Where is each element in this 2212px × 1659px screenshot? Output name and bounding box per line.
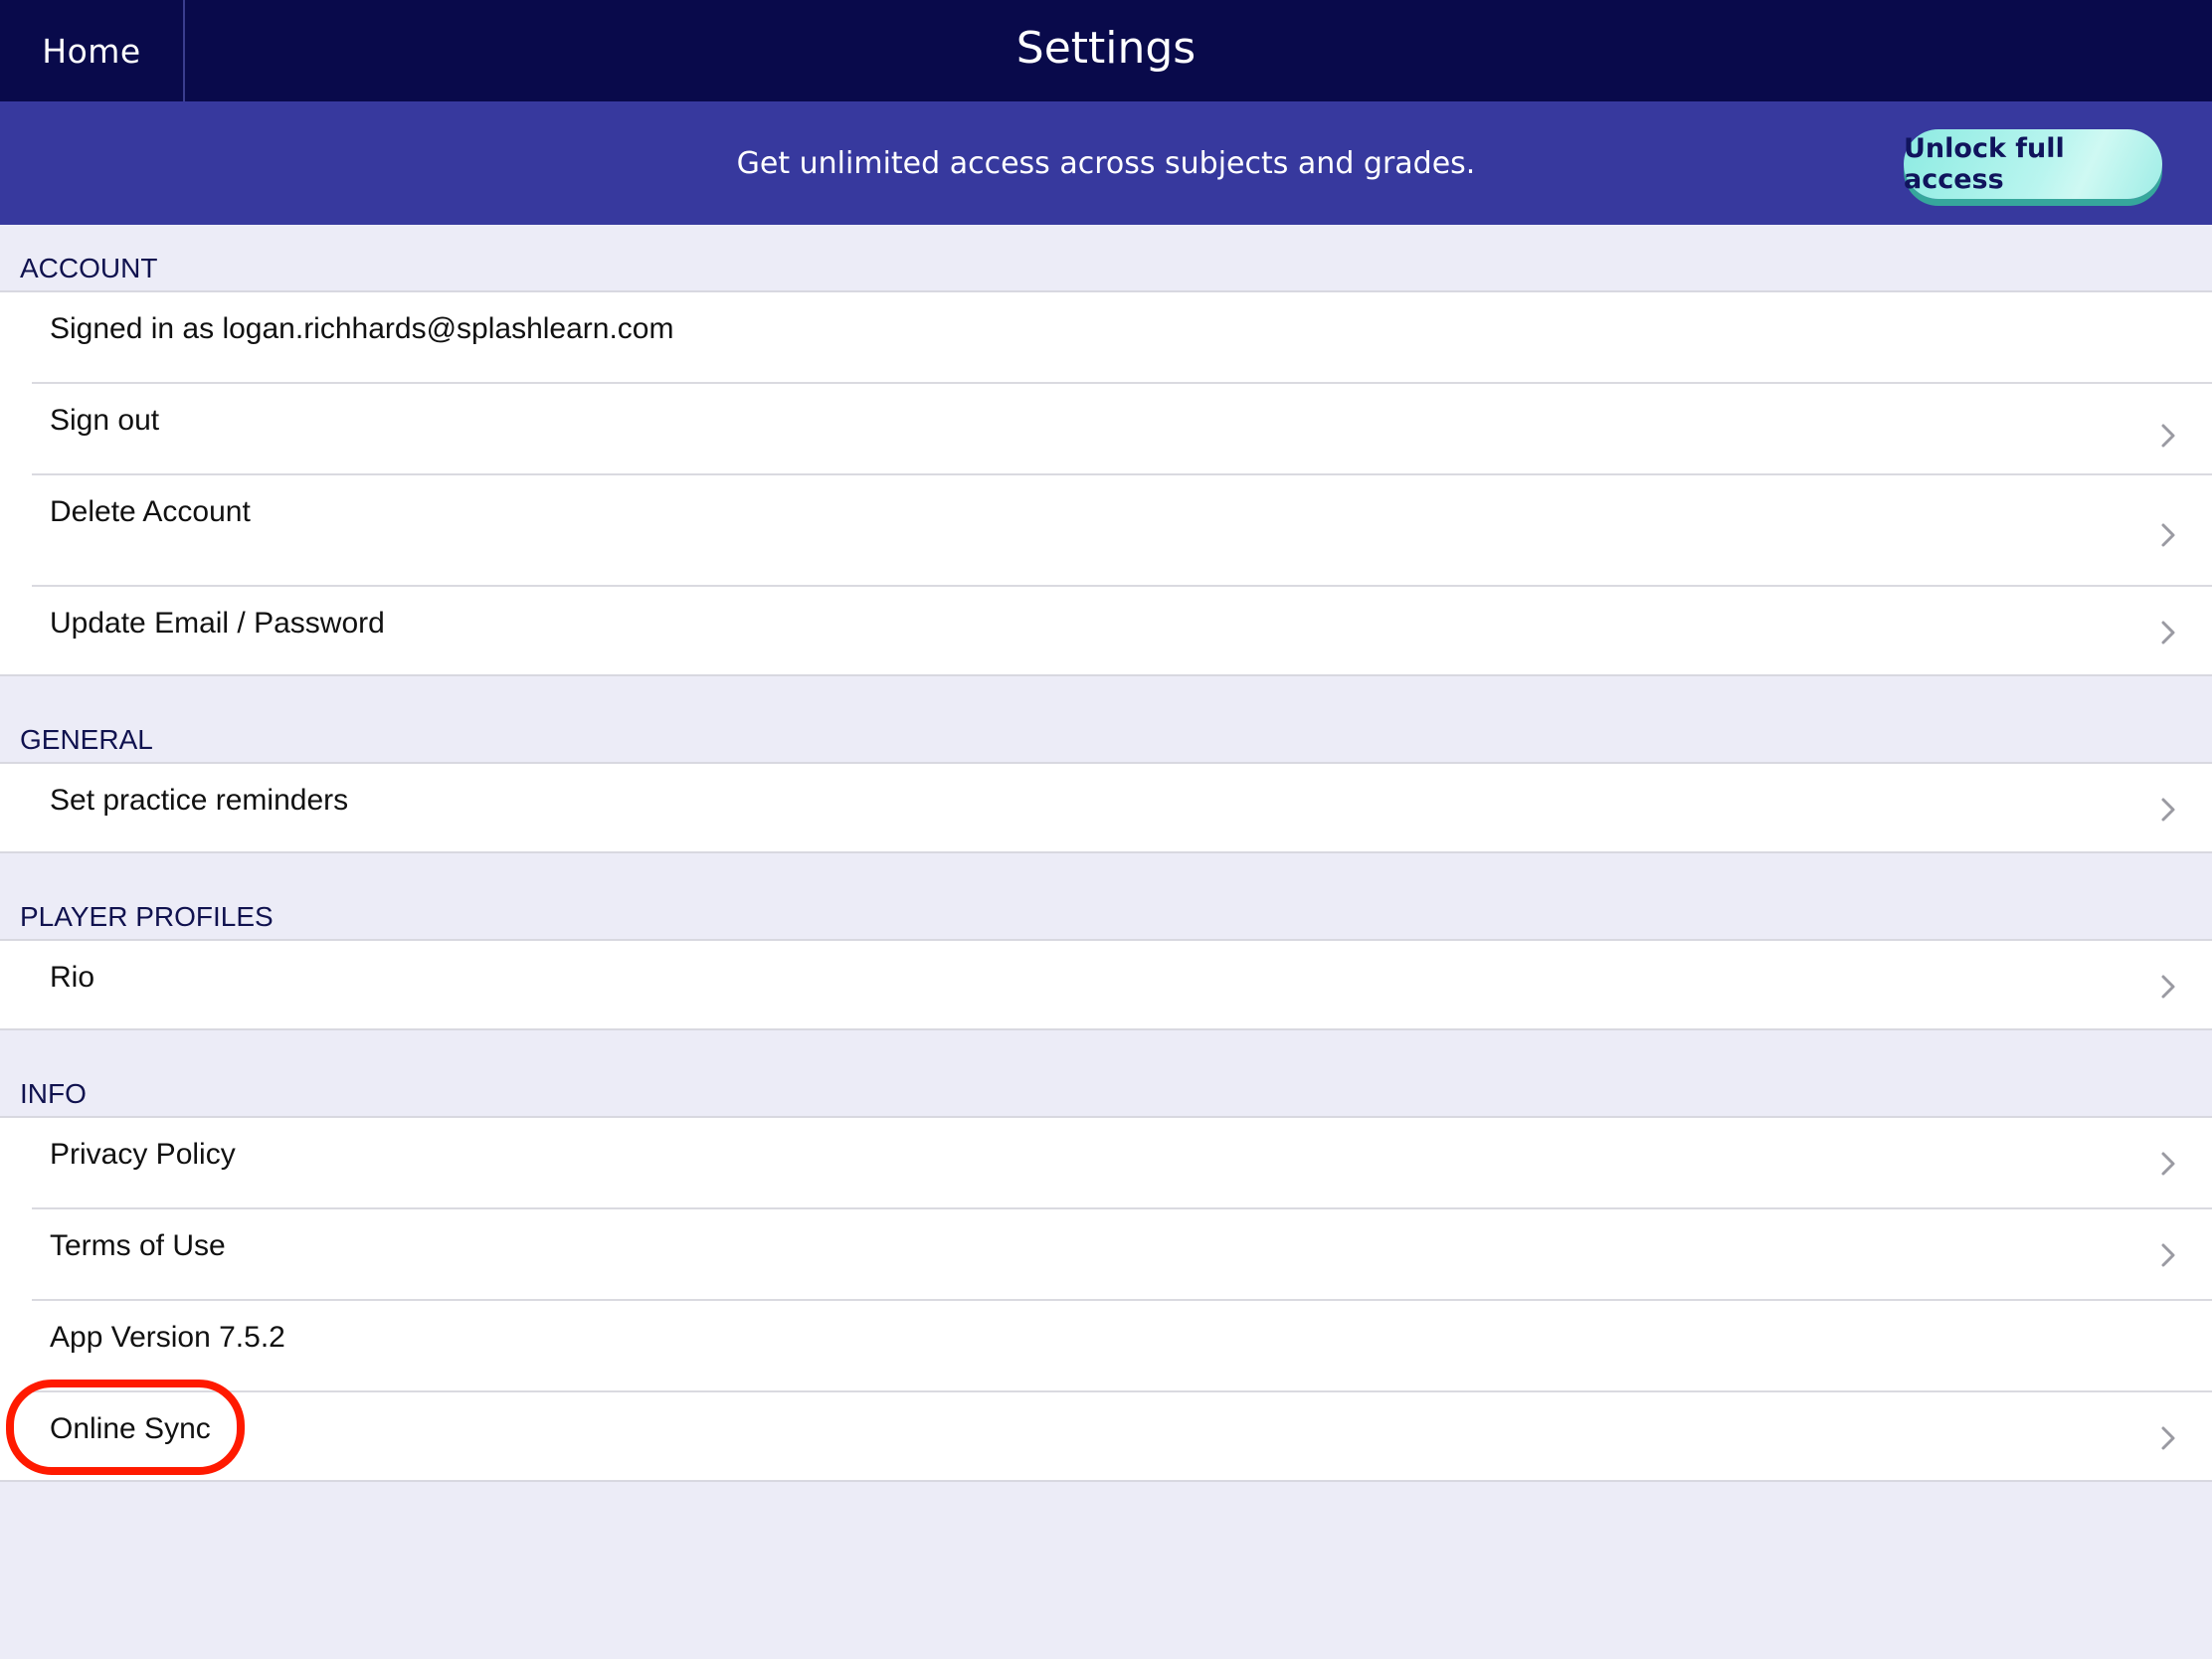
set-practice-reminders-row[interactable]: Set practice reminders: [0, 764, 2212, 851]
privacy-policy-row[interactable]: Privacy Policy: [0, 1118, 2212, 1209]
home-button[interactable]: Home: [0, 0, 185, 101]
player-profiles-group: Rio: [0, 939, 2212, 1030]
online-sync-row[interactable]: Online Sync: [0, 1392, 2212, 1482]
online-sync-label: Online Sync: [50, 1412, 211, 1445]
set-practice-reminders-label: Set practice reminders: [50, 784, 349, 817]
app-version-row: App Version 7.5.2: [0, 1301, 2212, 1392]
chevron-right-icon: [2154, 1150, 2182, 1178]
chevron-right-icon: [2154, 619, 2182, 646]
app-version-label: App Version 7.5.2: [50, 1321, 285, 1354]
chevron-right-icon: [2154, 422, 2182, 450]
section-header-general: GENERAL: [20, 724, 153, 755]
chevron-right-icon: [2154, 1424, 2182, 1452]
chevron-right-icon: [2154, 796, 2182, 824]
chevron-right-icon: [2154, 521, 2182, 549]
sign-out-row[interactable]: Sign out: [0, 384, 2212, 475]
account-group: Signed in as logan.richhards@splashlearn…: [0, 290, 2212, 676]
delete-account-label: Delete Account: [50, 495, 251, 528]
unlock-full-access-button[interactable]: Unlock full access: [1904, 129, 2162, 199]
chevron-right-icon: [2154, 1241, 2182, 1269]
signed-in-as-row: Signed in as logan.richhards@splashlearn…: [0, 292, 2212, 384]
page-title: Settings: [1015, 22, 1197, 74]
navigation-bar: Home Settings: [0, 0, 2212, 101]
info-group: Privacy Policy Terms of Use App Version …: [0, 1116, 2212, 1482]
chevron-right-icon: [2154, 973, 2182, 1001]
terms-of-use-row[interactable]: Terms of Use: [0, 1209, 2212, 1301]
player-profile-rio-row[interactable]: Rio: [0, 941, 2212, 1028]
delete-account-row[interactable]: Delete Account: [0, 475, 2212, 587]
terms-of-use-label: Terms of Use: [50, 1229, 226, 1262]
section-header-account: ACCOUNT: [20, 253, 158, 283]
section-header-player-profiles: PLAYER PROFILES: [20, 901, 274, 932]
signed-in-as-label: Signed in as logan.richhards@splashlearn…: [50, 312, 674, 345]
general-group: Set practice reminders: [0, 762, 2212, 853]
update-email-password-label: Update Email / Password: [50, 607, 385, 640]
settings-screen: Home Settings Get unlimited access acros…: [0, 0, 2212, 1659]
privacy-policy-label: Privacy Policy: [50, 1138, 236, 1171]
promo-banner: Get unlimited access across subjects and…: [0, 101, 2212, 225]
section-header-info: INFO: [20, 1078, 87, 1109]
update-email-password-row[interactable]: Update Email / Password: [0, 587, 2212, 676]
sign-out-label: Sign out: [50, 404, 160, 437]
promo-banner-text: Get unlimited access across subjects and…: [736, 145, 1476, 181]
player-profile-name: Rio: [50, 961, 95, 994]
